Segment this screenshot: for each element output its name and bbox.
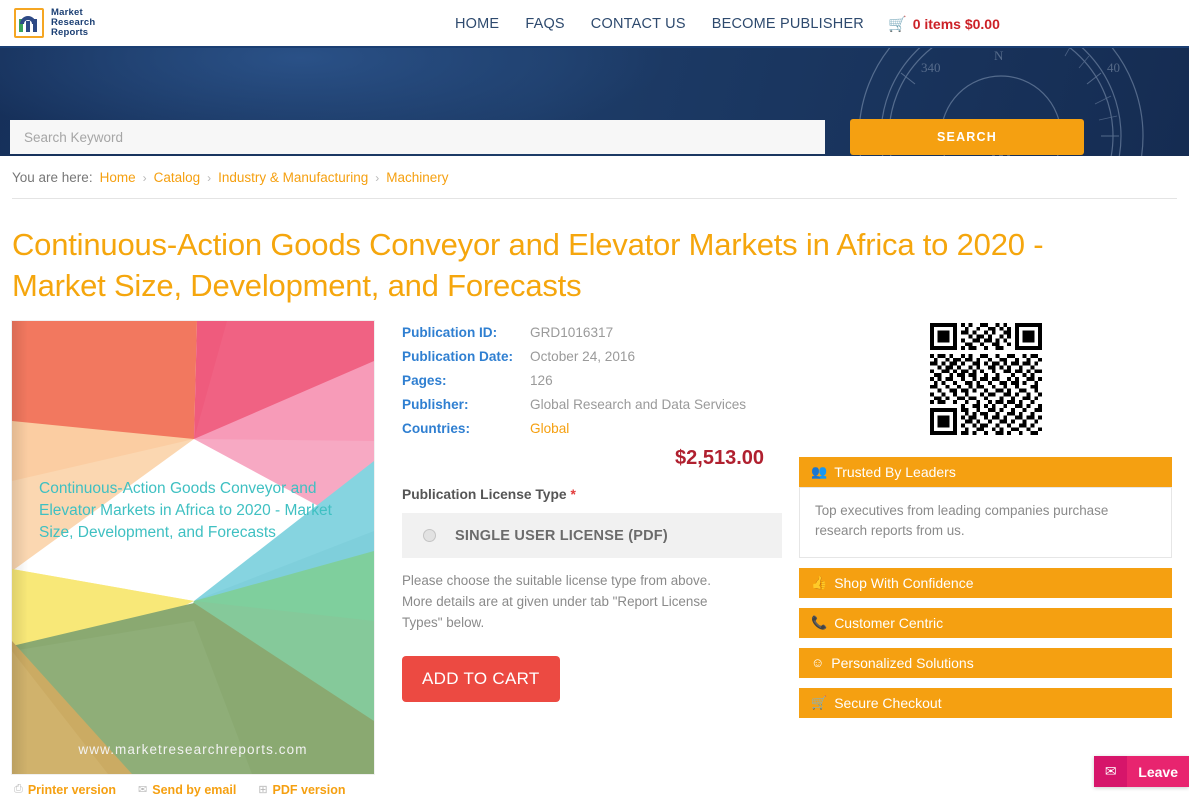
pdf-version-link[interactable]: ⊞ PDF version bbox=[258, 783, 345, 797]
detail-key-publication-id: Publication ID: bbox=[402, 324, 498, 340]
table-row: Publication ID: GRD1016317 bbox=[402, 321, 782, 345]
cover-artwork bbox=[12, 320, 374, 774]
panel-title-trusted-by-leaders: Trusted By Leaders bbox=[834, 463, 956, 480]
product-content: Continuous-Action Goods Conveyor and Ele… bbox=[12, 320, 1177, 797]
nav-item-contact-us[interactable]: CONTACT US bbox=[591, 16, 686, 32]
license-radio-single-user[interactable] bbox=[423, 529, 436, 543]
chevron-right-icon: › bbox=[142, 170, 147, 185]
search-band: N 20 40 0 340 S SEARCH bbox=[0, 48, 1189, 156]
panel-title-secure-checkout: Secure Checkout bbox=[834, 694, 942, 711]
thumbs-up-icon: 👍 bbox=[811, 574, 828, 590]
report-cover-image[interactable]: Continuous-Action Goods Conveyor and Ele… bbox=[12, 320, 374, 774]
cover-column: Continuous-Action Goods Conveyor and Ele… bbox=[12, 320, 386, 797]
page-title: Continuous-Action Goods Conveyor and Ele… bbox=[12, 227, 1044, 303]
panel-title-shop-with-confidence: Shop With Confidence bbox=[834, 574, 974, 591]
breadcrumb-item-machinery[interactable]: Machinery bbox=[386, 170, 448, 185]
cart-total-label: 0 items $0.00 bbox=[912, 16, 1000, 32]
send-by-email-label: Send by email bbox=[152, 782, 237, 797]
breadcrumb-zone: You are here: Home › Catalog › Industry … bbox=[0, 156, 1189, 199]
breadcrumb-item-catalog[interactable]: Catalog bbox=[154, 170, 201, 185]
detail-value-publisher: Global Research and Data Services bbox=[530, 397, 747, 413]
panel-title-customer-centric: Customer Centric bbox=[834, 614, 944, 631]
detail-key-countries: Countries: bbox=[402, 421, 470, 437]
breadcrumb-item-home[interactable]: Home bbox=[100, 170, 136, 185]
detail-key-publisher: Publisher: bbox=[402, 397, 469, 413]
shopping-cart-icon: 🛒 bbox=[811, 694, 828, 710]
detail-value-countries[interactable]: Global bbox=[530, 417, 782, 441]
pdf-icon: ⊞ bbox=[258, 784, 268, 797]
detail-value-publication-id: GRD1016317 bbox=[530, 324, 614, 340]
leave-message-widget[interactable]: ✉ Leave bbox=[1094, 756, 1189, 787]
chevron-right-icon: › bbox=[207, 170, 212, 185]
envelope-icon: ✉ bbox=[138, 784, 148, 797]
table-row: Publication Date: October 24, 2016 bbox=[402, 345, 782, 369]
publication-details-table: Publication ID: GRD1016317 Publication D… bbox=[402, 321, 782, 442]
printer-version-label: Printer version bbox=[27, 782, 117, 797]
logo-mark-icon bbox=[14, 8, 44, 38]
leave-message-label: Leave bbox=[1127, 756, 1189, 787]
nav-item-home[interactable]: HOME bbox=[455, 16, 499, 32]
panel-trusted-by-leaders[interactable]: 👥 Trusted By Leaders bbox=[799, 456, 1172, 487]
table-row: Pages: 126 bbox=[402, 369, 782, 393]
license-help-text: Please choose the suitable license type … bbox=[402, 573, 711, 630]
details-column: Publication ID: GRD1016317 Publication D… bbox=[386, 321, 782, 797]
panel-secure-checkout[interactable]: 🛒 Secure Checkout bbox=[799, 687, 1172, 718]
chevron-right-icon: › bbox=[375, 170, 380, 185]
trust-panels: 👥 Trusted By Leaders Top executives from… bbox=[799, 456, 1172, 718]
qr-code-wrapper bbox=[799, 321, 1172, 435]
sidebar-column: 👥 Trusted By Leaders Top executives from… bbox=[782, 321, 1172, 797]
license-option-row[interactable]: SINGLE USER LICENSE (PDF) bbox=[402, 513, 782, 559]
users-group-icon: 👥 bbox=[811, 463, 828, 479]
detail-value-publication-date: October 24, 2016 bbox=[530, 348, 636, 364]
pdf-version-label: PDF version bbox=[272, 782, 346, 797]
envelope-icon: ✉ bbox=[1094, 756, 1128, 787]
cover-spine bbox=[12, 320, 28, 774]
shopping-cart-icon: 🛒 bbox=[888, 16, 907, 33]
detail-key-publication-date: Publication Date: bbox=[402, 348, 514, 364]
send-by-email-link[interactable]: ✉ Send by email bbox=[138, 783, 236, 797]
cover-action-links: ⎙ Printer version ✉ Send by email ⊞ PDF … bbox=[12, 783, 386, 797]
panel-title-personalized-solutions: Personalized Solutions bbox=[831, 654, 974, 671]
nav-item-become-publisher[interactable]: BECOME PUBLISHER bbox=[712, 16, 864, 32]
license-type-text: Publication License Type bbox=[402, 487, 567, 503]
printer-version-link[interactable]: ⎙ Printer version bbox=[14, 783, 116, 797]
panel-personalized-solutions[interactable]: ☺ Personalized Solutions bbox=[799, 647, 1172, 678]
site-logo[interactable]: Market Research Reports bbox=[14, 8, 95, 38]
table-row: Publisher: Global Research and Data Serv… bbox=[402, 393, 782, 417]
breadcrumb-item-industry-manufacturing[interactable]: Industry & Manufacturing bbox=[218, 170, 368, 185]
printer-icon: ⎙ bbox=[14, 783, 23, 796]
svg-text:340: 340 bbox=[921, 60, 941, 75]
svg-text:N: N bbox=[994, 48, 1004, 63]
required-asterisk: * bbox=[570, 487, 576, 503]
svg-text:40: 40 bbox=[1107, 60, 1120, 75]
panel-body-trusted-by-leaders: Top executives from leading companies pu… bbox=[799, 486, 1172, 558]
search-button[interactable]: SEARCH bbox=[850, 119, 1084, 155]
smiley-icon: ☺ bbox=[811, 655, 825, 671]
detail-value-pages: 126 bbox=[530, 373, 553, 389]
site-header: Market Research Reports HOME FAQS CONTAC… bbox=[0, 0, 1189, 48]
price-label: $2,513.00 bbox=[675, 447, 764, 470]
logo-line-3: Reports bbox=[51, 26, 89, 38]
cart-summary[interactable]: 🛒 0 items $0.00 bbox=[888, 0, 1000, 48]
license-option-label: SINGLE USER LICENSE (PDF) bbox=[455, 527, 668, 544]
qr-code-icon bbox=[929, 322, 1042, 435]
cover-title: Continuous-Action Goods Conveyor and Ele… bbox=[39, 479, 332, 541]
search-input[interactable] bbox=[10, 120, 825, 154]
logo-wordmark: Market Research Reports bbox=[51, 8, 95, 37]
add-to-cart-button[interactable]: ADD TO CART bbox=[402, 655, 560, 702]
breadcrumb: You are here: Home › Catalog › Industry … bbox=[12, 170, 1177, 199]
table-row: Countries: Global bbox=[402, 417, 782, 441]
main-navigation: HOME FAQS CONTACT US BECOME PUBLISHER bbox=[455, 0, 864, 48]
detail-key-pages: Pages: bbox=[402, 373, 447, 389]
panel-shop-with-confidence[interactable]: 👍 Shop With Confidence bbox=[799, 567, 1172, 598]
cover-url: www.marketresearchreports.com bbox=[78, 741, 308, 757]
nav-item-faqs[interactable]: FAQS bbox=[525, 16, 564, 32]
breadcrumb-prefix: You are here: bbox=[12, 170, 93, 185]
license-type-label: Publication License Type * bbox=[402, 487, 782, 502]
phone-icon: 📞 bbox=[811, 614, 828, 630]
panel-customer-centric[interactable]: 📞 Customer Centric bbox=[799, 607, 1172, 638]
